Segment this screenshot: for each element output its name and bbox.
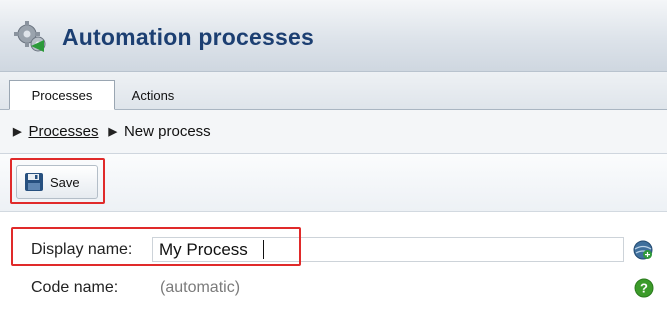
floppy-disk-icon — [25, 173, 43, 191]
breadcrumb: ▶ Processes ▶ New process — [0, 110, 667, 154]
gear-icon — [14, 21, 46, 52]
save-button-label: Save — [50, 174, 80, 190]
chevron-right-icon: ▶ — [13, 126, 22, 138]
toolbar — [0, 154, 667, 212]
page-title: Automation processes — [62, 24, 314, 50]
svg-text:?: ? — [640, 281, 648, 296]
code-name-label: Code name: — [31, 279, 119, 296]
text-caret — [263, 240, 264, 259]
display-name-input[interactable] — [152, 237, 624, 262]
tab-bar: Processes Actions — [0, 72, 667, 110]
save-button[interactable]: Save — [16, 165, 98, 199]
breadcrumb-current: New process — [123, 123, 211, 140]
tab-actions[interactable]: Actions — [118, 80, 188, 110]
app-header: Automation processes — [0, 0, 667, 72]
globe-plus-icon[interactable] — [633, 240, 653, 260]
chevron-right-icon: ▶ — [108, 126, 117, 138]
display-name-label: Display name: — [31, 241, 133, 258]
code-name-value: (automatic) — [160, 279, 241, 296]
tab-processes[interactable]: Processes — [9, 80, 115, 110]
help-icon[interactable]: ? — [634, 278, 654, 298]
breadcrumb-link-processes[interactable]: Processes — [28, 123, 98, 140]
